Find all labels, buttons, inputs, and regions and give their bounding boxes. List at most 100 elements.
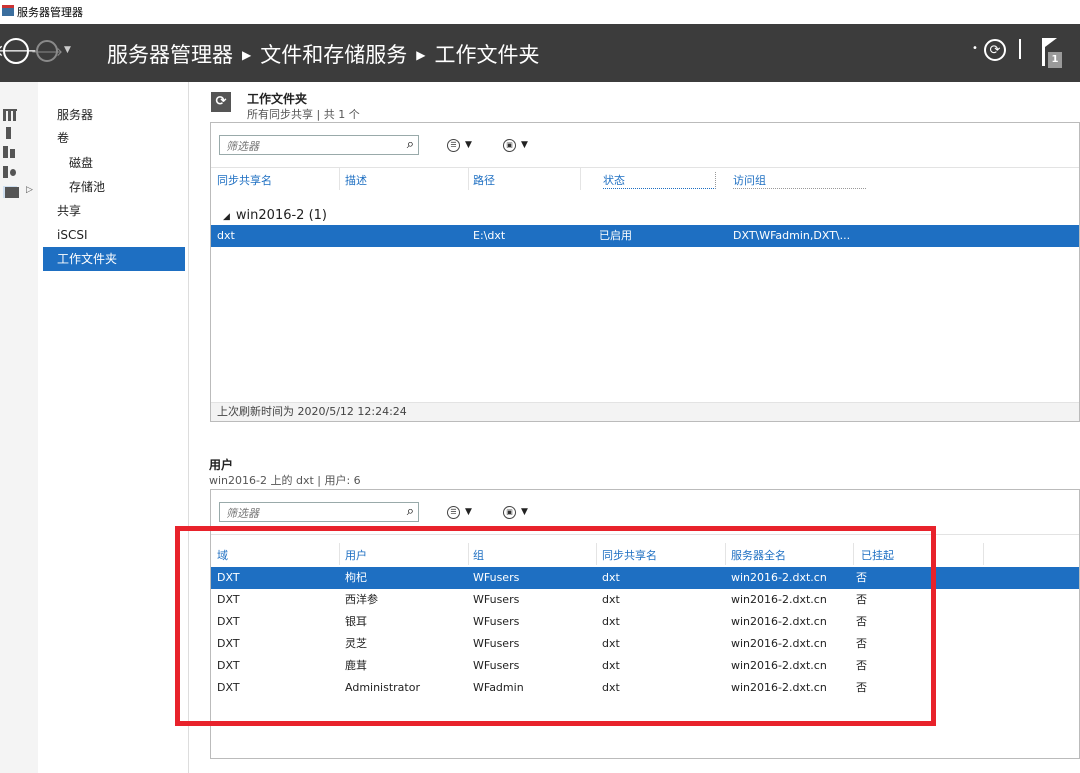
save-options-button[interactable]: ▣ ▼ <box>503 504 528 520</box>
cell-group: WFadmin <box>473 681 524 694</box>
cell-status: 已启用 <box>599 229 632 242</box>
cell-server: win2016-2.dxt.cn <box>731 615 827 628</box>
cell-server: win2016-2.dxt.cn <box>731 593 827 606</box>
sidebar-item-iscsi[interactable]: iSCSI <box>43 223 185 247</box>
cell-server: win2016-2.dxt.cn <box>731 637 827 650</box>
table-row[interactable]: DXT 灵芝 WFusers dxt win2016-2.dxt.cn 否 <box>211 633 1079 655</box>
search-icon[interactable]: ⌕ <box>407 504 414 519</box>
users-subtitle: win2016-2 上的 dxt | 用户: 6 <box>209 474 361 487</box>
notification-flag-icon[interactable]: 1 <box>1042 36 1066 70</box>
save-icon: ▣ <box>503 505 516 519</box>
work-folders-column-header: 同步共享名 描述 路径 状态 访问组 <box>211 168 1079 190</box>
breadcrumb-separator-icon: ▶ <box>242 48 252 62</box>
users-panel: ⌕ ☰▼ ▣▼ 域 用户 组 同步共享名 服务器全名 已挂起 DXT枸杞WFus… <box>210 489 1080 759</box>
cell-access-group: DXT\WFadmin,DXT\... <box>733 229 851 242</box>
column-group[interactable]: 组 <box>473 547 484 563</box>
cell-group: WFusers <box>473 615 520 628</box>
table-row[interactable]: DXT 枸杞 WFusers dxt win2016-2.dxt.cn 否 <box>211 567 1079 589</box>
cell-share: dxt <box>602 637 620 650</box>
save-options-button[interactable]: ▣ ▼ <box>503 137 528 153</box>
table-row[interactable]: DXT 西洋参 WFusers dxt win2016-2.dxt.cn 否 <box>211 589 1079 611</box>
sidebar-item-shares[interactable]: 共享 <box>43 199 185 223</box>
local-server-icon[interactable] <box>3 127 17 139</box>
column-sync-share[interactable]: 同步共享名 <box>602 547 657 563</box>
work-folders-toolbar: ⌕ ☰▼ ▣▼ <box>211 123 1079 168</box>
cell-suspended: 否 <box>856 659 867 672</box>
dropdown-dot-icon[interactable]: • <box>972 43 978 54</box>
breadcrumb-item-work-folders[interactable]: 工作文件夹 <box>434 43 539 67</box>
forward-arrow-icon[interactable]: 🡒 <box>31 40 63 62</box>
sidebar-item-disks[interactable]: 磁盘 <box>43 151 185 175</box>
all-servers-icon[interactable] <box>3 146 17 158</box>
cell-share: dxt <box>602 593 620 606</box>
breadcrumb: 服务器管理器 ▶ 文件和存储服务 ▶ 工作文件夹 <box>107 39 539 69</box>
cell-domain: DXT <box>217 637 240 650</box>
cell-group: WFusers <box>473 637 520 650</box>
cell-user: 灵芝 <box>345 637 367 650</box>
header-divider <box>1019 39 1021 59</box>
cell-user: 鹿茸 <box>345 659 367 672</box>
breadcrumb-item-server-manager[interactable]: 服务器管理器 <box>107 43 233 67</box>
table-row[interactable]: DXT 银耳 WFusers dxt win2016-2.dxt.cn 否 <box>211 611 1079 633</box>
chevron-down-icon: ▼ <box>521 507 528 517</box>
server-group-header[interactable]: ◢ win2016-2 (1) <box>223 208 327 223</box>
users-title: 用户 <box>209 458 234 472</box>
table-row[interactable]: DXT 鹿茸 WFusers dxt win2016-2.dxt.cn 否 <box>211 655 1079 677</box>
breadcrumb-item-file-storage[interactable]: 文件和存储服务 <box>260 43 407 67</box>
breadcrumb-separator-icon: ▶ <box>416 48 426 62</box>
sidebar-item-storage-pools[interactable]: 存储池 <box>43 175 185 199</box>
work-folders-title: 工作文件夹 <box>247 92 308 106</box>
cell-share-name: dxt <box>217 229 235 242</box>
sidebar-item-work-folders[interactable]: 工作文件夹 <box>43 247 185 271</box>
work-folders-subtitle: 所有同步共享 | 共 1 个 <box>247 108 360 121</box>
table-row[interactable]: dxt E:\dxt 已启用 DXT\WFadmin,DXT\... <box>211 225 1079 247</box>
sidebar-item-volumes[interactable]: 卷 <box>43 127 185 149</box>
column-description[interactable]: 描述 <box>345 172 367 188</box>
cell-domain: DXT <box>217 615 240 628</box>
filter-box: ⌕ <box>219 135 419 155</box>
column-access-group[interactable]: 访问组 <box>733 172 866 189</box>
users-column-header: 域 用户 组 同步共享名 服务器全名 已挂起 <box>211 543 1079 565</box>
column-sync-share[interactable]: 同步共享名 <box>217 172 272 188</box>
nav-icon-bar <box>0 82 39 773</box>
table-row[interactable]: DXT Administrator WFadmin dxt win2016-2.dxt.… <box>211 677 1079 699</box>
column-domain[interactable]: 域 <box>217 547 228 563</box>
iis-icon[interactable] <box>3 166 17 178</box>
column-user[interactable]: 用户 <box>345 547 367 563</box>
column-path[interactable]: 路径 <box>473 172 495 188</box>
sidebar-item-servers[interactable]: 服务器 <box>43 103 185 127</box>
refresh-icon[interactable]: ⟳ <box>984 39 1006 61</box>
column-status[interactable]: 状态 <box>603 172 716 189</box>
column-server-fqdn[interactable]: 服务器全名 <box>731 547 786 563</box>
cell-group: WFusers <box>473 659 520 672</box>
cell-domain: DXT <box>217 593 240 606</box>
cell-server: win2016-2.dxt.cn <box>731 681 827 694</box>
cell-domain: DXT <box>217 681 240 694</box>
work-folders-panel: ⌕ ☰▼ ▣▼ 同步共享名 描述 路径 状态 访问组 ◢win2016-2 (1… <box>210 122 1080 422</box>
list-icon: ☰ <box>447 505 460 519</box>
cell-user: 西洋参 <box>345 593 378 606</box>
cell-suspended: 否 <box>856 571 867 584</box>
main-content: ⟳ 工作文件夹 所有同步共享 | 共 1 个 ⌕ ☰▼ ▣▼ 同步共享名 描述 … <box>189 82 1080 773</box>
cell-share: dxt <box>602 615 620 628</box>
cell-domain: DXT <box>217 571 240 584</box>
dashboard-icon[interactable] <box>3 109 17 121</box>
cell-user: 枸杞 <box>345 571 367 584</box>
chevron-down-icon: ▼ <box>521 140 528 150</box>
cell-share: dxt <box>602 659 620 672</box>
file-storage-icon[interactable] <box>3 185 33 198</box>
list-icon: ☰ <box>447 138 460 152</box>
cell-share: dxt <box>602 681 620 694</box>
column-suspended[interactable]: 已挂起 <box>861 547 894 563</box>
filter-input[interactable] <box>224 504 398 522</box>
filter-input[interactable] <box>224 137 398 155</box>
cell-suspended: 否 <box>856 593 867 606</box>
cell-user: 银耳 <box>345 615 367 628</box>
list-options-button[interactable]: ☰ ▼ <box>447 504 472 520</box>
search-icon[interactable]: ⌕ <box>407 137 414 152</box>
cell-group: WFusers <box>473 593 520 606</box>
history-dropdown-icon[interactable]: ▼ <box>64 45 71 55</box>
list-options-button[interactable]: ☰ ▼ <box>447 137 472 153</box>
back-arrow-icon[interactable]: 🡐 <box>0 38 37 64</box>
collapse-icon[interactable]: ◢ <box>223 212 230 222</box>
